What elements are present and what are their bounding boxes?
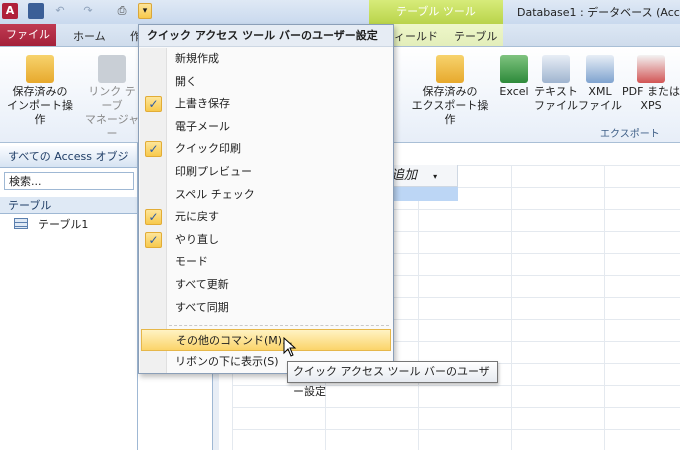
redo-icon[interactable]: ↷ [80, 3, 96, 19]
tab-table[interactable]: テーブル [454, 28, 497, 44]
access-app-icon[interactable]: A [2, 3, 18, 19]
export-xml-button[interactable]: XML ファイル [578, 55, 622, 113]
nav-search-input[interactable]: 検索... [4, 172, 134, 190]
qat-menu-item-label: すべて同期 [175, 300, 229, 314]
xml-file-icon [586, 55, 614, 83]
saved-exports-label: 保存済みの エクスポート操作 [411, 85, 489, 126]
export-excel-button[interactable]: Excel [494, 55, 534, 99]
qat-menu-item[interactable]: ✓ 元に戻す [141, 206, 391, 228]
qat-menu-item-label: クイック印刷 [175, 142, 241, 156]
qat-menu-item[interactable]: モード [141, 251, 391, 273]
export-text-button[interactable]: テキスト ファイル [534, 55, 578, 113]
undo-icon[interactable]: ↶ [52, 3, 68, 19]
tab-fields[interactable]: ィールド [394, 28, 438, 44]
qat-menu-item[interactable]: 印刷プレビュー [141, 161, 391, 183]
nav-item-table1-label: テーブル1 [38, 218, 89, 231]
linked-table-manager-button[interactable]: リンク テーブ マネージャー [84, 55, 140, 141]
chevron-down-icon[interactable]: ▾ [433, 172, 437, 181]
saved-exports-button[interactable]: 保存済みの エクスポート操作 [408, 55, 492, 127]
qat-menu-item[interactable]: スペル チェック [141, 184, 391, 206]
tab-file[interactable]: ファイル [0, 24, 56, 46]
nav-item-table1[interactable]: テーブル1 [14, 217, 88, 233]
table-icon [14, 218, 28, 229]
linked-table-manager-label: リンク テーブ マネージャー [84, 85, 140, 140]
checkmark-icon: ✓ [145, 141, 162, 158]
qat-menu-item-label: 上書き保存 [175, 97, 230, 111]
nav-group-tables[interactable]: テーブル [0, 197, 137, 214]
qat-menu-item[interactable]: 開く [141, 71, 391, 93]
checkmark-icon: ✓ [145, 96, 162, 113]
qat-menu-item-label: 電子メール [175, 119, 230, 133]
mouse-cursor-icon [283, 337, 297, 357]
qat-menu-item[interactable]: ✓ 上書き保存 [141, 93, 391, 115]
export-excel-label: Excel [499, 85, 529, 98]
nav-pane-header[interactable]: すべての Access オブジェ [0, 146, 137, 185]
import-folder-icon [26, 55, 54, 83]
tab-home[interactable]: ホーム [73, 28, 106, 44]
qat-menu-item-label: スペル チェック [175, 187, 255, 201]
contextual-tab-group-label: テーブル ツール [369, 0, 503, 24]
menu-separator [169, 325, 389, 326]
qat-menu-item-label: 新規作成 [175, 52, 219, 65]
qat-menu-item-label: すべて更新 [175, 278, 229, 291]
more-commands-label: その他のコマンド(M)... [176, 334, 293, 347]
tooltip: クイック アクセス ツール バーのユーザー設定 [287, 361, 498, 398]
excel-icon [500, 55, 528, 83]
checkmark-icon: ✓ [145, 231, 162, 248]
pdf-xps-icon [637, 55, 665, 83]
qat-menu-item[interactable]: すべて同期 [141, 297, 391, 319]
window-title: Database1 : データベース (Acce [517, 6, 680, 19]
qat-menu-item-label: モード [175, 255, 208, 269]
qat-menu-item-label: 開く [175, 74, 197, 88]
saved-imports-label: 保存済みの インポート操作 [7, 85, 73, 126]
qat-menu-item-label: 元に戻す [175, 210, 219, 224]
menu-title: クイック アクセス ツール バーのユーザー設定 [139, 25, 393, 47]
qat-menu-item[interactable]: 新規作成 [141, 48, 391, 70]
qat-menu-item-label: 印刷プレビュー [175, 165, 252, 178]
customize-qat-menu: クイック アクセス ツール バーのユーザー設定 新規作成開く ✓ 上書き保存電子メー… [138, 24, 394, 374]
qat-menu-item[interactable]: 電子メール [141, 116, 391, 138]
checkmark-icon: ✓ [145, 209, 162, 226]
qat-menu-item[interactable]: ✓ やり直し [141, 229, 391, 251]
export-pdf-xps-button[interactable]: PDF または XPS [622, 55, 680, 113]
qat-menu-item-label: やり直し [175, 232, 219, 246]
saved-imports-button[interactable]: 保存済みの インポート操作 [4, 55, 76, 127]
quick-print-icon[interactable]: ⎙ [114, 3, 130, 19]
save-icon[interactable] [28, 3, 44, 19]
export-text-label: テキスト ファイル [534, 85, 578, 112]
text-file-icon [542, 55, 570, 83]
export-folder-icon [436, 55, 464, 83]
more-commands-menu-item[interactable]: その他のコマンド(M)... [141, 329, 391, 351]
qat-menu-item[interactable]: すべて更新 [141, 274, 391, 296]
show-below-ribbon-label: リボンの下に表示(S) [175, 355, 279, 368]
customize-qat-dropdown-button[interactable]: ▾ [138, 3, 152, 19]
qat-menu-item[interactable]: ✓ クイック印刷 [141, 138, 391, 160]
linked-table-icon [98, 55, 126, 83]
export-pdf-xps-label: PDF または XPS [622, 85, 680, 112]
export-xml-label: XML ファイル [578, 85, 622, 112]
export-group-label: エクスポート [600, 129, 660, 140]
